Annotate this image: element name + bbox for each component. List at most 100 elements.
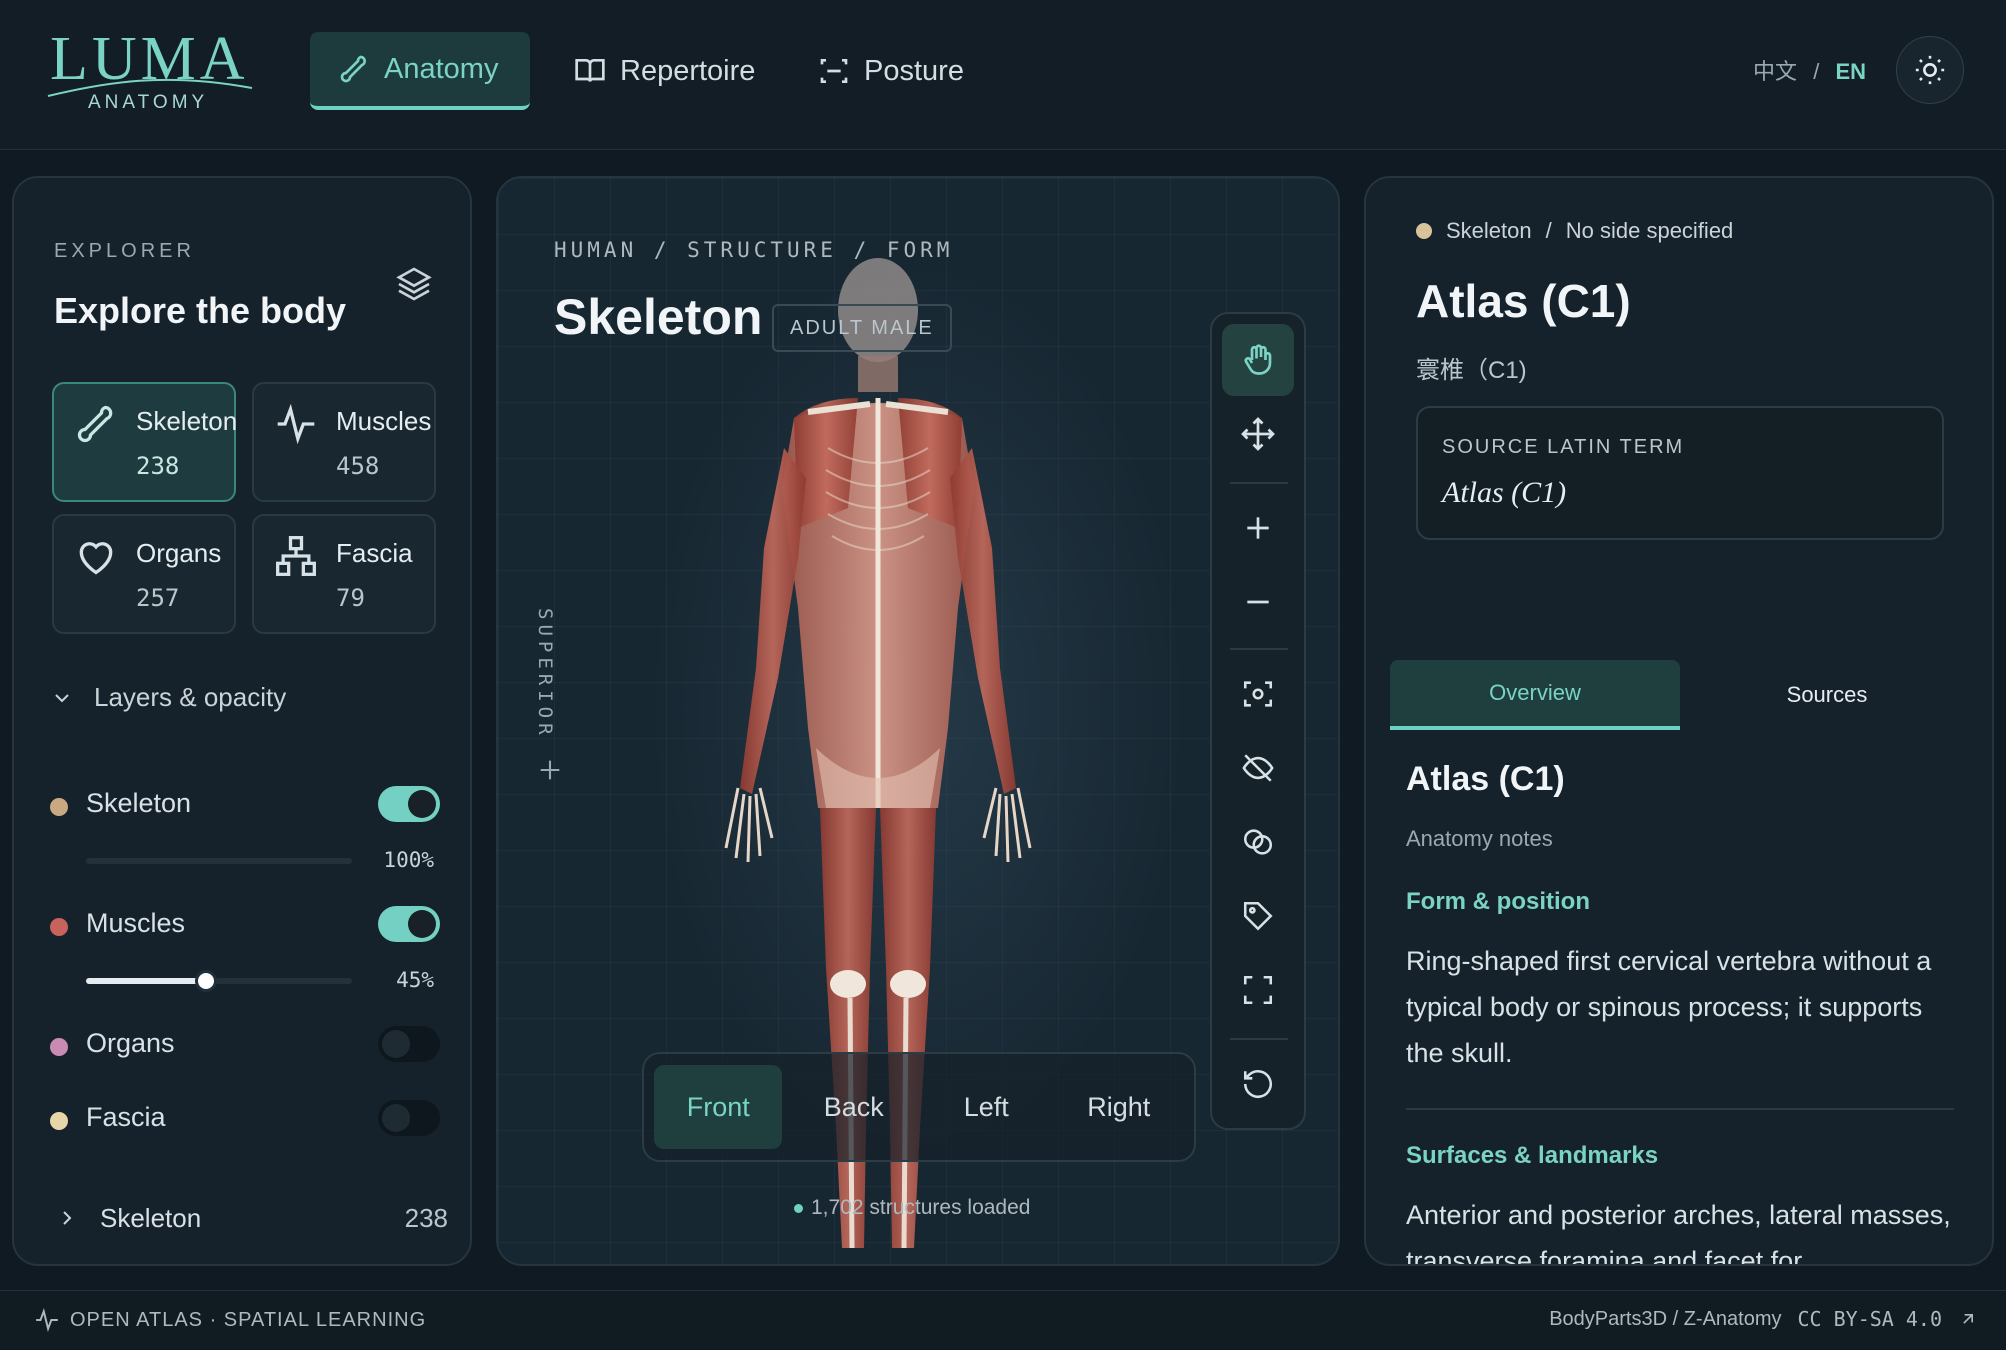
orientation-label: SUPERIOR	[534, 608, 556, 740]
toggle-knob	[408, 790, 436, 818]
view-right-button[interactable]: Right	[1054, 1065, 1184, 1149]
layer-color-dot	[50, 918, 68, 936]
pan-hand-tool[interactable]	[1222, 324, 1294, 396]
viewer-toolbar	[1210, 312, 1306, 1130]
layers-heading: Layers & opacity	[94, 682, 287, 712]
move-icon	[1241, 417, 1275, 451]
layers-section-toggle[interactable]: Layers & opacity	[50, 682, 286, 713]
category-count: 458	[336, 452, 380, 480]
isolate-tool[interactable]	[1222, 806, 1294, 878]
system-color-dot	[1416, 223, 1432, 239]
slider-fill	[86, 978, 206, 984]
nav-repertoire[interactable]: Repertoire	[546, 32, 783, 110]
lang-zh[interactable]: 中文	[1753, 59, 1797, 84]
layer-toggle-fascia[interactable]	[378, 1100, 440, 1136]
layers-icon[interactable]	[394, 264, 434, 304]
explorer-title: Explore the body	[54, 290, 347, 331]
layer-color-dot	[50, 798, 68, 816]
category-skeleton[interactable]: Skeleton 238	[52, 382, 237, 502]
fullscreen-icon	[1243, 975, 1273, 1005]
opacity-slider-skeleton[interactable]	[86, 858, 352, 864]
luma-logo[interactable]: LUMA ANATOMY	[46, 24, 256, 120]
layer-color-dot	[50, 1038, 68, 1056]
structure-chinese-name: 寰椎（C1)	[1416, 357, 1527, 384]
theme-toggle-button[interactable]	[1896, 36, 1964, 104]
category-muscles[interactable]: Muscles 458	[252, 382, 436, 502]
footer-tagline: OPEN ATLAS · SPATIAL LEARNING	[34, 1307, 426, 1333]
view-left-button[interactable]: Left	[925, 1065, 1048, 1149]
toggle-knob	[382, 1104, 410, 1132]
layer-toggle-muscles[interactable]	[378, 906, 440, 942]
category-organs[interactable]: Organs 257	[52, 514, 236, 634]
view-selector: Front Back Left Right	[642, 1052, 1196, 1162]
tree-item-label: Skeleton	[100, 1202, 202, 1233]
tree-item-skeleton[interactable]: Skeleton 238	[50, 1198, 448, 1238]
external-link-icon[interactable]	[1958, 1309, 1978, 1329]
zoom-out-tool[interactable]	[1222, 566, 1294, 638]
layer-toggle-organs[interactable]	[378, 1026, 440, 1062]
load-status: 1,702 structures loaded	[794, 1196, 1030, 1220]
opacity-slider-muscles[interactable]	[86, 970, 352, 992]
category-count: 257	[136, 584, 180, 612]
toolbar-divider	[1230, 482, 1288, 484]
zoom-in-tool[interactable]	[1222, 492, 1294, 564]
nav-posture[interactable]: Posture	[790, 32, 992, 110]
slider-fill	[86, 858, 352, 864]
latin-term-card: SOURCE LATIN TERM Atlas (C1)	[1416, 406, 1944, 540]
viewer-breadcrumb: HUMAN / STRUCTURE / FORM	[554, 238, 954, 262]
model-badge: ADULT MALE	[772, 304, 952, 352]
sun-icon	[1915, 55, 1945, 85]
layer-name: Organs	[86, 1028, 175, 1058]
plus-icon	[540, 760, 560, 780]
reset-tool[interactable]	[1222, 1048, 1294, 1120]
section-text: Ring-shaped first cervical vertebra with…	[1406, 946, 1932, 1068]
view-back-button[interactable]: Back	[788, 1065, 918, 1149]
tab-sources[interactable]: Sources	[1682, 660, 1972, 730]
chevron-down-icon	[55, 693, 69, 702]
toggle-knob	[408, 910, 436, 938]
category-fascia[interactable]: Fascia 79	[252, 514, 436, 634]
bone-icon	[340, 55, 366, 83]
detail-crumb-system[interactable]: Skeleton	[1446, 218, 1532, 244]
view-front-button[interactable]: Front	[654, 1065, 783, 1149]
detail-breadcrumb: Skeleton / No side specified	[1416, 218, 1733, 244]
language-switch: 中文 / EN	[1753, 54, 1866, 86]
app-header: LUMA ANATOMY Anatomy Repertoire Posture …	[0, 0, 2006, 150]
nav-anatomy[interactable]: Anatomy	[310, 32, 530, 110]
lang-en[interactable]: EN	[1835, 59, 1866, 84]
layer-toggle-skeleton[interactable]	[378, 786, 440, 822]
structure-title: Atlas (C1)	[1416, 275, 1631, 327]
category-label: Muscles	[336, 406, 432, 436]
hand-icon	[1244, 344, 1272, 375]
tab-overview[interactable]: Overview	[1390, 660, 1680, 730]
layer-name: Muscles	[86, 908, 186, 938]
move-tool[interactable]	[1222, 398, 1294, 470]
viewer-title: Skeleton	[554, 289, 763, 345]
focus-icon	[1243, 681, 1273, 707]
slider-thumb[interactable]	[194, 970, 217, 992]
fullscreen-tool[interactable]	[1222, 954, 1294, 1026]
toolbar-divider	[1230, 1038, 1288, 1040]
layer-row-skeleton: Skeleton	[50, 786, 440, 826]
category-label: Fascia	[336, 538, 413, 568]
footer-source: BodyParts3D / Z-Anatomy	[1549, 1307, 1782, 1330]
pulse-icon	[36, 1308, 58, 1332]
category-count: 238	[136, 452, 180, 480]
footer-license: CC BY-SA 4.0	[1797, 1307, 1943, 1331]
nav-anatomy-label: Anatomy	[384, 52, 499, 85]
toolbar-divider	[1230, 648, 1288, 650]
explorer-eyebrow: EXPLORER	[54, 240, 195, 262]
layer-row-fascia: Fascia	[50, 1100, 440, 1140]
tree-item-count: 238	[404, 1202, 448, 1233]
layer-name: Skeleton	[86, 788, 192, 818]
label-tool[interactable]	[1222, 880, 1294, 952]
category-label: Organs	[136, 538, 222, 568]
bone-icon	[77, 405, 113, 443]
opacity-value-skeleton: 100%	[383, 848, 434, 872]
detail-crumb-side: No side specified	[1565, 218, 1734, 243]
focus-tool[interactable]	[1222, 658, 1294, 730]
status-dot	[794, 1203, 803, 1213]
hide-tool[interactable]	[1222, 732, 1294, 804]
eye-off-icon	[1242, 754, 1274, 782]
layer-row-organs: Organs	[50, 1026, 440, 1066]
